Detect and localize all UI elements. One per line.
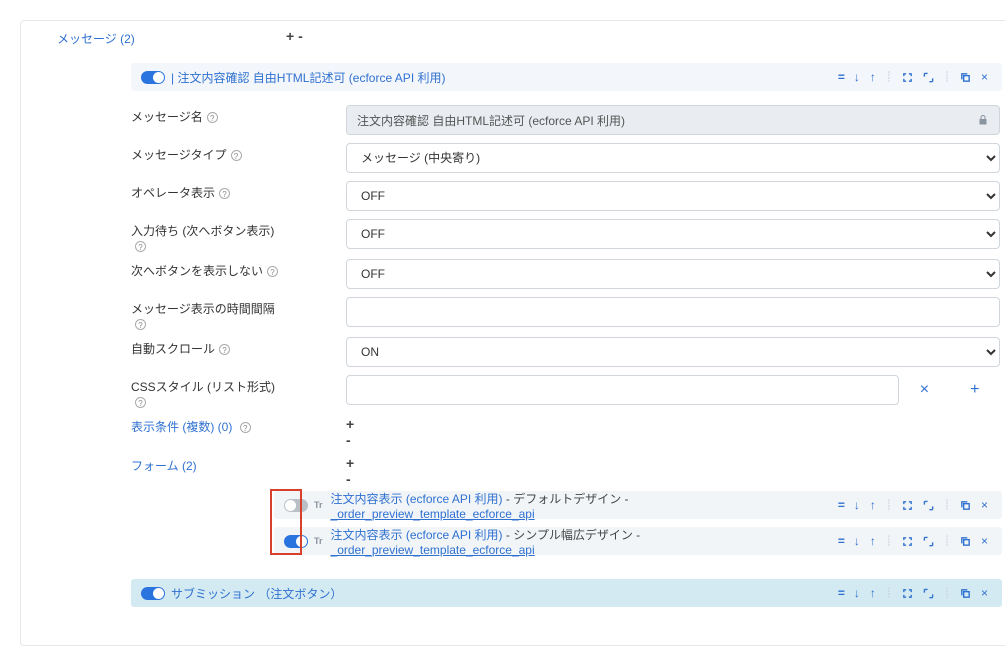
- form-section-label[interactable]: フォーム (2): [131, 459, 197, 473]
- message-name-field: 注文内容確認 自由HTML記述可 (ecforce API 利用): [346, 105, 1000, 135]
- copy-icon[interactable]: [958, 500, 973, 511]
- expand-all-icon[interactable]: [900, 588, 915, 599]
- help-icon[interactable]: ?: [240, 422, 251, 433]
- messages-add-remove[interactable]: + -: [286, 27, 346, 44]
- field-label-type: メッセージタイプ?: [21, 143, 286, 163]
- move-up-icon[interactable]: ↑: [868, 498, 878, 512]
- form-row-title[interactable]: 注文内容表示 (ecforce API 利用) - シンプル幅広デザイン - _…: [331, 526, 824, 557]
- help-icon[interactable]: ?: [231, 150, 242, 161]
- message-header-title[interactable]: | 注文内容確認 自由HTML記述可 (ecforce API 利用): [171, 69, 445, 86]
- move-down-icon[interactable]: ↓: [852, 534, 862, 548]
- help-icon[interactable]: ?: [135, 397, 146, 408]
- field-label-name: メッセージ名?: [21, 105, 286, 125]
- message-header-bar: | 注文内容確認 自由HTML記述可 (ecforce API 利用) ↓ ↑ …: [131, 63, 1002, 91]
- help-icon[interactable]: ?: [207, 112, 218, 123]
- code-icon[interactable]: [836, 498, 846, 512]
- message-enabled-toggle[interactable]: [141, 71, 165, 84]
- field-label-css: CSSスタイル (リスト形式)?: [21, 375, 286, 409]
- conditions-label[interactable]: 表示条件 (複数) (0): [131, 420, 232, 434]
- field-label-autoscroll: 自動スクロール?: [21, 337, 286, 357]
- fullscreen-icon[interactable]: [921, 72, 936, 83]
- move-up-icon[interactable]: ↑: [868, 534, 878, 548]
- expand-all-icon[interactable]: [900, 536, 915, 547]
- separator-icon: ┊: [942, 588, 952, 599]
- help-icon[interactable]: ?: [219, 188, 230, 199]
- expand-all-icon[interactable]: [900, 72, 915, 83]
- form-enabled-toggle[interactable]: [284, 535, 308, 548]
- code-icon[interactable]: [836, 534, 846, 548]
- form-row-title[interactable]: 注文内容表示 (ecforce API 利用) - デフォルトデザイン - _o…: [331, 490, 824, 521]
- help-icon[interactable]: ?: [219, 344, 230, 355]
- messages-section-label[interactable]: メッセージ (2): [57, 32, 135, 46]
- fullscreen-icon[interactable]: [921, 536, 936, 547]
- close-icon[interactable]: ×: [979, 70, 990, 84]
- field-label-wait-next: 入力待ち (次へボタン表示)?: [21, 219, 286, 253]
- hide-next-select[interactable]: OFF: [346, 259, 1000, 289]
- tr-badge-icon: Tr: [314, 500, 323, 510]
- separator-icon: ┊: [884, 72, 894, 83]
- code-icon[interactable]: [836, 70, 846, 84]
- move-down-icon[interactable]: ↓: [852, 70, 862, 84]
- separator-icon: ┊: [942, 72, 952, 83]
- fullscreen-icon[interactable]: [921, 500, 936, 511]
- form-enabled-toggle[interactable]: [284, 499, 308, 512]
- message-type-select[interactable]: メッセージ (中央寄り): [346, 143, 1000, 173]
- css-add-icon[interactable]: +: [950, 381, 1000, 399]
- close-icon[interactable]: ×: [979, 586, 990, 600]
- separator-icon: ┊: [884, 588, 894, 599]
- copy-icon[interactable]: [958, 588, 973, 599]
- lock-icon: [977, 113, 989, 130]
- separator-icon: ┊: [942, 500, 952, 511]
- form-add-remove[interactable]: + -: [286, 454, 354, 487]
- wait-next-select[interactable]: OFF: [346, 219, 1000, 249]
- field-label-operator: オペレータ表示?: [21, 181, 286, 201]
- field-label-interval: メッセージ表示の時間間隔?: [21, 297, 286, 331]
- submission-title[interactable]: サブミッション （注文ボタン）: [171, 585, 342, 602]
- expand-all-icon[interactable]: [900, 500, 915, 511]
- css-style-input[interactable]: [346, 375, 899, 405]
- help-icon[interactable]: ?: [135, 241, 146, 252]
- separator-icon: ┊: [884, 536, 894, 547]
- close-icon[interactable]: ×: [979, 498, 990, 512]
- help-icon[interactable]: ?: [135, 319, 146, 330]
- css-remove-icon[interactable]: ×: [899, 381, 949, 399]
- autoscroll-select[interactable]: ON: [346, 337, 1000, 367]
- separator-icon: ┊: [884, 500, 894, 511]
- submission-enabled-toggle[interactable]: [141, 587, 165, 600]
- field-label-hide-next: 次へボタンを表示しない?: [21, 259, 286, 279]
- tr-badge-icon: Tr: [314, 536, 323, 546]
- separator-icon: ┊: [942, 536, 952, 547]
- move-up-icon[interactable]: ↑: [868, 586, 878, 600]
- copy-icon[interactable]: [958, 536, 973, 547]
- move-down-icon[interactable]: ↓: [852, 586, 862, 600]
- fullscreen-icon[interactable]: [921, 588, 936, 599]
- submission-bar: サブミッション （注文ボタン） ↓ ↑ ┊ ┊ ×: [131, 579, 1002, 607]
- move-up-icon[interactable]: ↑: [868, 70, 878, 84]
- move-down-icon[interactable]: ↓: [852, 498, 862, 512]
- form-row: Tr 注文内容表示 (ecforce API 利用) - シンプル幅広デザイン …: [274, 527, 1002, 555]
- operator-display-select[interactable]: OFF: [346, 181, 1000, 211]
- form-row: Tr 注文内容表示 (ecforce API 利用) - デフォルトデザイン -…: [274, 491, 1002, 519]
- help-icon[interactable]: ?: [267, 266, 278, 277]
- close-icon[interactable]: ×: [979, 534, 990, 548]
- conditions-add-remove[interactable]: + -: [286, 415, 354, 448]
- copy-icon[interactable]: [958, 72, 973, 83]
- interval-input[interactable]: [346, 297, 1000, 327]
- code-icon[interactable]: [836, 586, 846, 600]
